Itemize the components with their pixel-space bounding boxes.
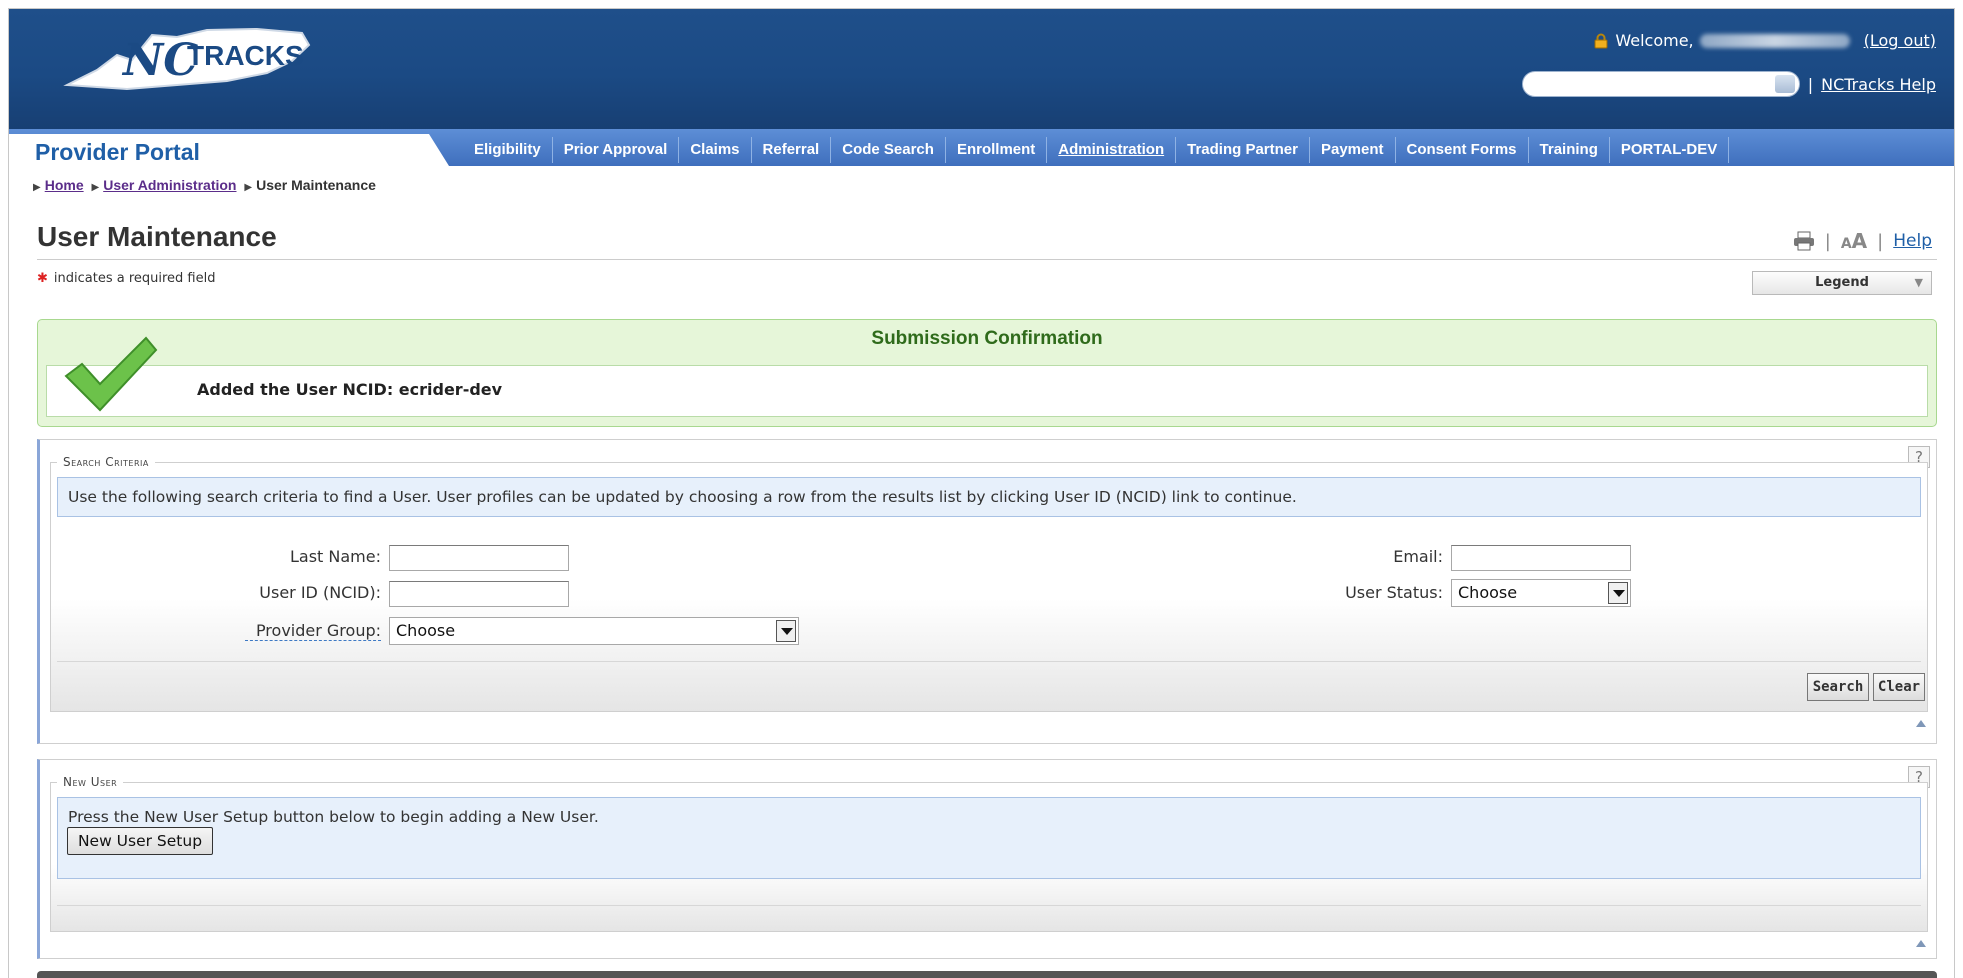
last-name-input[interactable] [389, 545, 569, 571]
tab-payment[interactable]: Payment [1310, 137, 1396, 163]
confirmation-body: Added the User NCID: ecrider-dev [46, 365, 1928, 417]
breadcrumb-arrow-icon: ▶ [244, 182, 253, 193]
back-to-top-icon[interactable] [1916, 720, 1926, 727]
separator: | [1807, 74, 1814, 94]
svg-text:TRACKS: TRACKS [187, 40, 304, 71]
new-user-info: Press the New User Setup button below to… [57, 797, 1921, 879]
search-criteria-legend: Search Criteria [57, 455, 155, 469]
new-user-setup-button[interactable]: New User Setup [67, 827, 213, 855]
text-size-icon[interactable]: AA [1841, 229, 1867, 253]
print-icon[interactable] [1793, 231, 1815, 251]
user-status-label: User Status: [1345, 583, 1443, 602]
last-name-label: Last Name: [289, 547, 381, 566]
breadcrumb-home[interactable]: Home [45, 177, 84, 193]
search-button[interactable]: Search [1807, 673, 1869, 701]
tab-eligibility[interactable]: Eligibility [463, 137, 553, 163]
search-criteria-panel: ? Search Criteria Use the following sear… [37, 439, 1937, 744]
separator: | [1824, 230, 1831, 252]
check-icon [64, 336, 158, 412]
tab-training[interactable]: Training [1529, 137, 1610, 163]
breadcrumb-current: User Maintenance [256, 177, 376, 193]
tab-claims[interactable]: Claims [679, 137, 752, 163]
separator: | [1877, 230, 1884, 252]
submission-confirmation: Submission Confirmation Added the User N… [37, 319, 1937, 427]
title-divider [37, 259, 1937, 260]
search-criteria-fieldset: Search Criteria Use the following search… [50, 455, 1928, 712]
tab-prior-approval[interactable]: Prior Approval [553, 137, 680, 163]
confirmation-title: Submission Confirmation [871, 328, 1103, 349]
new-user-panel: ? New User Press the New User Setup butt… [37, 759, 1937, 959]
new-user-fieldset: New User Press the New User Setup button… [50, 775, 1928, 932]
new-user-divider [57, 905, 1921, 906]
header-search-row: | NCTracks Help [1521, 71, 1936, 97]
chevron-down-icon: ▼ [1914, 276, 1923, 289]
tab-enrollment[interactable]: Enrollment [946, 137, 1048, 163]
help-link[interactable]: Help [1893, 231, 1932, 251]
page-title: User Maintenance [37, 221, 277, 252]
tab-consent-forms[interactable]: Consent Forms [1396, 137, 1529, 163]
required-note: ✱ indicates a required field [37, 271, 216, 286]
tab-trading-partner[interactable]: Trading Partner [1176, 137, 1310, 163]
tab-administration[interactable]: Administration [1047, 137, 1177, 163]
footer-bar [37, 971, 1937, 978]
required-note-text: indicates a required field [53, 271, 216, 286]
user-id-input[interactable] [389, 581, 569, 607]
search-criteria-divider [57, 661, 1921, 662]
site-search-input[interactable] [1521, 71, 1800, 97]
legend-dropdown[interactable]: Legend ▼ [1752, 271, 1932, 295]
tab-portal-dev[interactable]: PORTAL-DEV [1610, 137, 1730, 163]
email-label: Email: [1393, 547, 1443, 566]
lock-icon [1594, 33, 1608, 48]
email-input[interactable] [1451, 545, 1631, 571]
dropdown-arrow-icon[interactable] [776, 620, 796, 642]
breadcrumb-arrow-icon: ▶ [91, 182, 100, 193]
user-status-value: Choose [1458, 583, 1518, 602]
tab-referral[interactable]: Referral [752, 137, 832, 163]
main-nav: Provider Portal Eligibility Prior Approv… [9, 129, 1954, 166]
search-criteria-info: Use the following search criteria to fin… [57, 477, 1921, 517]
breadcrumb-arrow-icon: ▶ [33, 182, 41, 193]
new-user-info-text: Press the New User Setup button below to… [68, 808, 599, 826]
clear-button[interactable]: Clear [1873, 673, 1925, 701]
provider-group-value: Choose [396, 621, 456, 640]
nctracks-logo[interactable]: NC TRACKS [57, 15, 317, 101]
redacted-username [1699, 33, 1850, 48]
dropdown-arrow-icon[interactable] [1608, 582, 1628, 604]
logout-link[interactable]: (Log out) [1864, 31, 1936, 50]
new-user-legend: New User [57, 775, 124, 789]
back-to-top-icon[interactable] [1916, 940, 1926, 947]
provider-group-label[interactable]: Provider Group: [245, 621, 381, 641]
welcome-label: Welcome, [1615, 31, 1694, 50]
user-id-label: User ID (NCID): [259, 583, 381, 602]
welcome-area: Welcome, (Log out) [1593, 31, 1936, 50]
provider-group-select[interactable]: Choose [389, 617, 799, 645]
site-header: NC TRACKS Welcome, (Log out) | NCTracks … [9, 9, 1954, 129]
user-status-select[interactable]: Choose [1451, 579, 1631, 607]
nav-tabs: Eligibility Prior Approval Claims Referr… [463, 137, 1730, 163]
legend-label: Legend [1815, 275, 1869, 290]
confirmation-message: Added the User NCID: ecrider-dev [197, 380, 503, 399]
breadcrumb: ▶ Home ▶ User Administration ▶ User Mainten… [29, 177, 376, 193]
page-tools: | AA | Help [1793, 229, 1932, 253]
portal-title[interactable]: Provider Portal [35, 139, 200, 166]
app-frame: NC TRACKS Welcome, (Log out) | NCTracks … [8, 8, 1955, 978]
breadcrumb-user-admin[interactable]: User Administration [103, 177, 236, 193]
search-icon[interactable] [1774, 75, 1795, 93]
tab-code-search[interactable]: Code Search [831, 137, 946, 163]
required-star-icon: ✱ [37, 271, 48, 286]
nctracks-help-link[interactable]: NCTracks Help [1821, 75, 1936, 94]
